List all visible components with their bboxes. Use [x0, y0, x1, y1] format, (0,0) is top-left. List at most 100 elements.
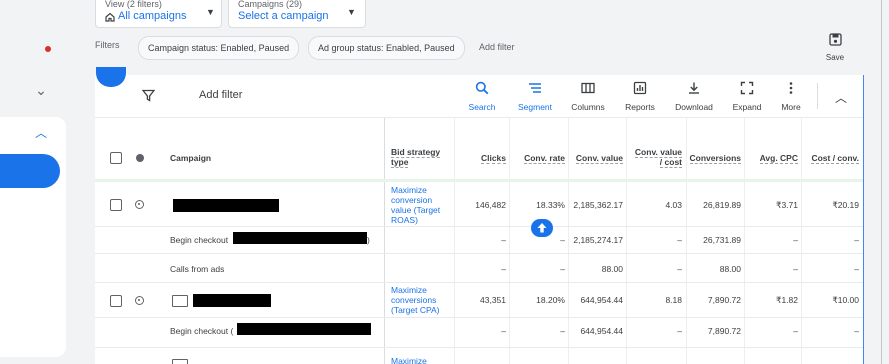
save-button[interactable]: Save — [822, 33, 848, 62]
select-all-checkbox[interactable] — [110, 152, 122, 164]
scroll-to-top-button[interactable] — [531, 219, 553, 237]
redacted-campaign-name[interactable] — [193, 294, 271, 307]
redacted-conversion-name — [237, 323, 371, 335]
search-button[interactable]: Search — [458, 81, 506, 112]
segment-button[interactable]: Segment — [511, 81, 559, 112]
cell-conv-value-cost: – — [677, 326, 682, 336]
view-selector[interactable]: View (2 filters) All campaigns ▼ — [95, 0, 222, 28]
row-divider — [95, 282, 863, 283]
search-button-label: Search — [468, 102, 496, 112]
column-header-conv-rate[interactable]: Conv. rate — [510, 153, 565, 164]
bid-line: (Target CPA) — [391, 305, 440, 315]
cell-conv-rate: – — [560, 264, 565, 274]
alert-dot-icon — [45, 46, 51, 52]
right-edge — [864, 0, 889, 364]
filter-chip-ad-group-status[interactable]: Ad group status: Enabled, Paused — [308, 36, 465, 60]
download-button[interactable]: Download — [670, 81, 718, 112]
redacted-campaign-name[interactable] — [173, 199, 279, 212]
columns-button[interactable]: Columns — [564, 81, 612, 112]
bid-line: ROAS) — [391, 215, 418, 225]
add-filter-link[interactable]: Add filter — [479, 42, 515, 52]
column-header-cost-per-conv[interactable]: Cost / conv. — [802, 153, 859, 164]
reports-button[interactable]: Reports — [616, 81, 664, 112]
download-icon — [689, 82, 699, 94]
filter-chip-campaign-status[interactable]: Campaign status: Enabled, Paused — [138, 36, 300, 60]
cell-clicks: – — [501, 264, 506, 274]
clicks-header-text: Clicks — [480, 153, 506, 164]
column-header-clicks[interactable]: Clicks — [455, 153, 506, 164]
row-checkbox[interactable] — [110, 199, 122, 211]
chevron-up-icon[interactable]: ︿ — [33, 124, 49, 141]
cell-conversions: 7,890.72 — [707, 295, 741, 305]
campaign-type-icon — [172, 295, 188, 307]
filters-label: Filters — [95, 40, 120, 50]
column-header-avg-cpc[interactable]: Avg. CPC — [745, 153, 798, 164]
column-header-conversions[interactable]: Conversions — [687, 153, 741, 164]
cell-conv-value-cost: 8.18 — [665, 295, 682, 305]
save-icon — [828, 33, 842, 46]
chevron-down-icon[interactable]: ⌄ — [32, 82, 50, 98]
cell-avg-cpc: – — [793, 264, 798, 274]
cell-conv-value: 644,954.44 — [580, 295, 623, 305]
more-vert-icon — [789, 82, 793, 94]
cell-conv-value-cost: – — [677, 235, 682, 245]
conversion-action-label: Begin checkout ( — [170, 326, 234, 336]
selected-nav-item[interactable] — [0, 154, 60, 188]
expand-icon — [740, 81, 754, 95]
column-header-campaign[interactable]: Campaign — [170, 153, 211, 163]
cell-conv-rate: 18.33% — [536, 200, 565, 210]
dropdown-caret-icon: ▼ — [347, 7, 356, 17]
table-toolbar: Add filter Search Segment Columns Report… — [95, 75, 863, 117]
reports-button-label: Reports — [625, 102, 655, 112]
expand-button[interactable]: Expand — [723, 81, 771, 112]
row-divider — [95, 226, 863, 227]
view-selector-label: All campaigns — [118, 10, 187, 22]
cell-clicks: – — [501, 326, 506, 336]
status-icon[interactable] — [135, 200, 144, 209]
bid-line: conversions — [391, 295, 437, 305]
arrow-up-icon — [537, 223, 547, 233]
column-header-conv-value[interactable]: Conv. value — [569, 153, 623, 164]
chevron-up-icon[interactable]: ︿ — [835, 89, 847, 106]
more-button[interactable]: More — [767, 81, 815, 112]
row-divider — [95, 317, 863, 318]
status-header-icon — [136, 154, 144, 162]
campaign-type-icon — [172, 359, 188, 364]
bid-line: Maximize — [391, 185, 427, 195]
cell-avg-cpc: – — [793, 235, 798, 245]
conversion-action-label: Calls from ads — [170, 264, 225, 274]
bid-strategy-link[interactable]: Maximize conversion value (Target ROAS) — [391, 185, 440, 225]
column-header-conv-value-cost[interactable]: Conv. value / cost — [627, 147, 682, 168]
bid-strategy-link[interactable]: Maximize conversions (Target CPA) — [391, 285, 440, 315]
table-header — [95, 117, 863, 181]
cell-conv-value: 88.00 — [601, 264, 623, 274]
cell-conv-value-cost: – — [677, 264, 682, 274]
cell-cost-per-conv: ₹20.19 — [832, 200, 859, 210]
cell-avg-cpc: – — [793, 326, 798, 336]
row-divider — [95, 347, 863, 348]
redacted-conversion-name — [233, 232, 367, 244]
view-selector-caption: View (2 filters) — [105, 0, 162, 9]
cell-conversions: 26,819.89 — [703, 200, 741, 210]
cell-cost-per-conv: – — [854, 326, 859, 336]
cell-avg-cpc: ₹1.82 — [776, 295, 798, 305]
row-checkbox[interactable] — [110, 295, 122, 307]
campaign-selector[interactable]: Campaigns (29) Select a campaign ▼ — [228, 0, 366, 28]
window-border — [881, 0, 882, 364]
save-label: Save — [825, 53, 845, 62]
segment-button-label: Segment — [517, 102, 553, 112]
cell-conv-rate: 18.20% — [536, 295, 565, 305]
filter-icon[interactable] — [142, 89, 155, 102]
toolbar-divider — [817, 83, 818, 109]
conv-rate-header-text: Conv. rate — [524, 153, 565, 164]
toolbar-add-filter[interactable]: Add filter — [199, 89, 242, 101]
cell-conversions: 7,890.72 — [707, 326, 741, 336]
status-icon[interactable] — [135, 296, 144, 305]
more-button-label: More — [781, 102, 801, 112]
bid-line: conversion — [391, 195, 433, 205]
campaigns-table-card: Add filter Search Segment Columns Report… — [95, 75, 865, 364]
bid-line: value (Target — [391, 205, 441, 215]
conversion-action-label-suffix: ) — [367, 235, 370, 245]
bid-strategy-link[interactable]: Maximize — [391, 356, 427, 364]
column-header-bid-strategy-type[interactable]: Bid strategy type — [391, 147, 441, 168]
